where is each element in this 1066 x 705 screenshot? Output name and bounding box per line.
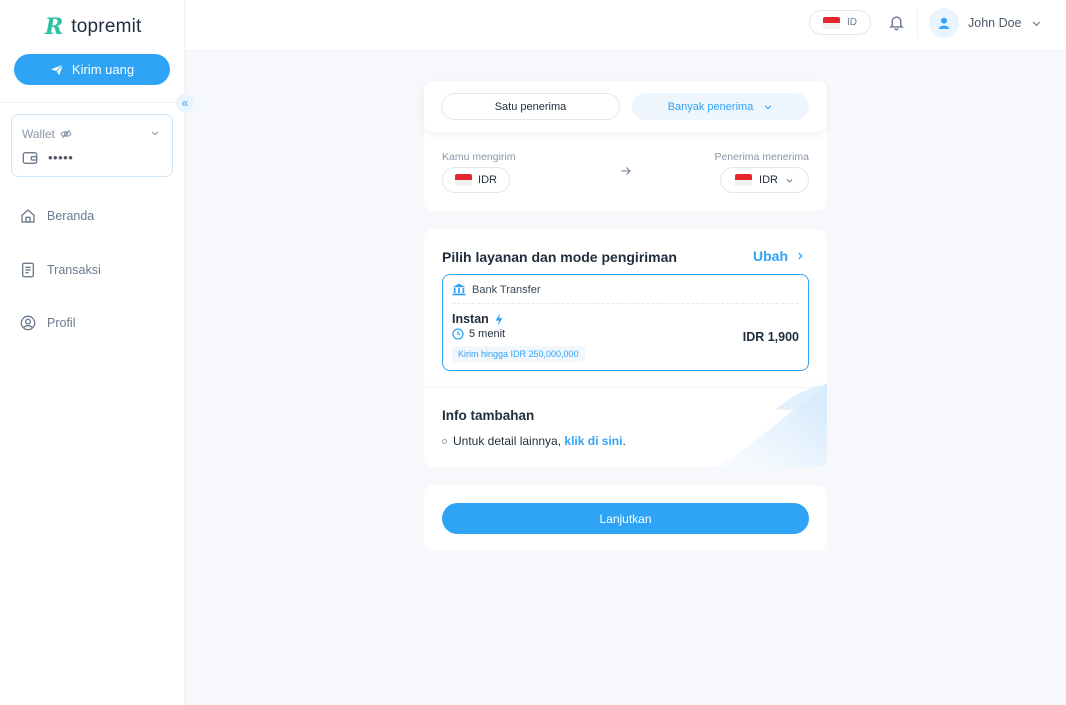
- wallet-balance: •••••: [22, 150, 73, 165]
- tab-single-recipient[interactable]: Satu penerima: [441, 93, 620, 120]
- selected-service-option[interactable]: Bank Transfer Instan 5 menit Kirim hingg…: [442, 274, 809, 371]
- send-money-button[interactable]: Kirim uang: [14, 54, 170, 85]
- send-label: Kamu mengirim: [442, 151, 516, 163]
- sidebar-item-transaksi[interactable]: Transaksi: [20, 261, 101, 279]
- clock-icon: [452, 328, 464, 340]
- transfer-limit-badge: Kirim hingga IDR 250,000,000: [452, 346, 585, 362]
- collapse-sidebar-button[interactable]: «: [176, 94, 194, 112]
- bell-icon[interactable]: [888, 13, 905, 31]
- action-card: Lanjutkan: [424, 485, 827, 551]
- change-service-button[interactable]: Ubah: [753, 248, 805, 264]
- indonesia-flag-icon: [735, 174, 753, 186]
- paper-plane-icon: [51, 63, 64, 75]
- duration-label: 5 menit: [469, 328, 506, 340]
- sidebar-nav: Beranda Transaksi Profil: [20, 207, 101, 368]
- topbar: ID John Doe: [185, 0, 1066, 51]
- bullet-icon: [442, 438, 447, 444]
- sidebar-divider: [0, 102, 185, 103]
- sidebar-item-label: Transaksi: [47, 262, 101, 277]
- receive-label: Penerima menerima: [714, 151, 809, 163]
- service-fee: IDR 1,900: [742, 330, 799, 344]
- info-line: Untuk detail lainnya, klik di sini.: [442, 434, 626, 448]
- avatar: [929, 8, 959, 38]
- lightning-icon: [495, 312, 503, 326]
- service-title: Pilih layanan dan mode pengiriman: [442, 249, 677, 265]
- chevron-down-icon: [786, 178, 793, 183]
- receipt-icon: [22, 262, 34, 277]
- send-money-label: Kirim uang: [71, 62, 135, 77]
- service-mode-label: Instan: [452, 312, 489, 326]
- info-link[interactable]: klik di sini: [564, 434, 622, 448]
- wallet-card[interactable]: Wallet •••••: [11, 114, 173, 177]
- logo[interactable]: R topremit: [45, 15, 142, 39]
- info-text: Untuk detail lainnya,: [453, 434, 562, 448]
- chevron-down-icon: [1032, 21, 1040, 26]
- sidebar-item-beranda[interactable]: Beranda: [20, 207, 101, 225]
- arrow-right-icon: [621, 167, 631, 175]
- receive-currency-selector[interactable]: IDR: [720, 167, 809, 193]
- language-code: ID: [847, 17, 857, 28]
- logo-text: topremit: [71, 16, 142, 37]
- sidebar: R topremit Kirim uang Wallet ••••• « Ber…: [0, 0, 194, 705]
- send-currency-selector[interactable]: IDR: [442, 167, 510, 193]
- sidebar-item-label: Profil: [47, 316, 76, 330]
- service-duration: 5 menit: [452, 328, 505, 340]
- receive-currency: IDR: [759, 174, 778, 186]
- chevron-right-icon: [798, 252, 803, 260]
- indonesia-flag-icon: [455, 174, 473, 186]
- wallet-header: Wallet: [22, 127, 72, 141]
- language-selector[interactable]: ID: [809, 10, 871, 35]
- tab-multiple-recipients[interactable]: Banyak penerima: [632, 93, 809, 120]
- indonesia-flag-icon: [823, 16, 840, 29]
- bank-icon: [452, 283, 466, 296]
- continue-button[interactable]: Lanjutkan: [442, 503, 809, 534]
- change-label: Ubah: [753, 248, 788, 264]
- user-circle-icon: [20, 315, 36, 331]
- wallet-hidden-balance: •••••: [48, 150, 74, 165]
- home-icon: [21, 209, 35, 223]
- service-method: Bank Transfer: [472, 283, 541, 296]
- chevron-down-icon[interactable]: [150, 128, 160, 138]
- topbar-divider: [917, 8, 918, 38]
- bank-transfer-row: Bank Transfer: [452, 283, 540, 296]
- chevron-down-icon: [765, 104, 772, 109]
- double-chevron-left-icon: «: [181, 96, 189, 110]
- wallet-label: Wallet: [22, 127, 55, 141]
- user-icon: [938, 17, 950, 29]
- dashed-divider: [452, 303, 799, 304]
- service-card: Pilih layanan dan mode pengiriman Ubah B…: [424, 229, 827, 467]
- user-menu[interactable]: John Doe: [929, 8, 1042, 38]
- decorative-shape: [716, 384, 827, 467]
- user-name: John Doe: [968, 16, 1022, 30]
- transfer-setup-card: Satu penerima Banyak penerima Kamu mengi…: [424, 81, 827, 211]
- info-title: Info tambahan: [442, 408, 535, 423]
- send-currency: IDR: [478, 174, 497, 186]
- logo-mark: R: [45, 14, 64, 40]
- eye-off-icon[interactable]: [60, 128, 72, 140]
- service-mode: Instan: [452, 312, 504, 326]
- recipient-type-selector: Satu penerima Banyak penerima: [424, 81, 827, 132]
- sidebar-item-profil[interactable]: Profil: [20, 314, 101, 332]
- wallet-icon: [22, 151, 38, 164]
- info-suffix: .: [622, 434, 626, 448]
- tab-multiple-label: Banyak penerima: [667, 100, 754, 113]
- sidebar-item-label: Beranda: [47, 209, 95, 223]
